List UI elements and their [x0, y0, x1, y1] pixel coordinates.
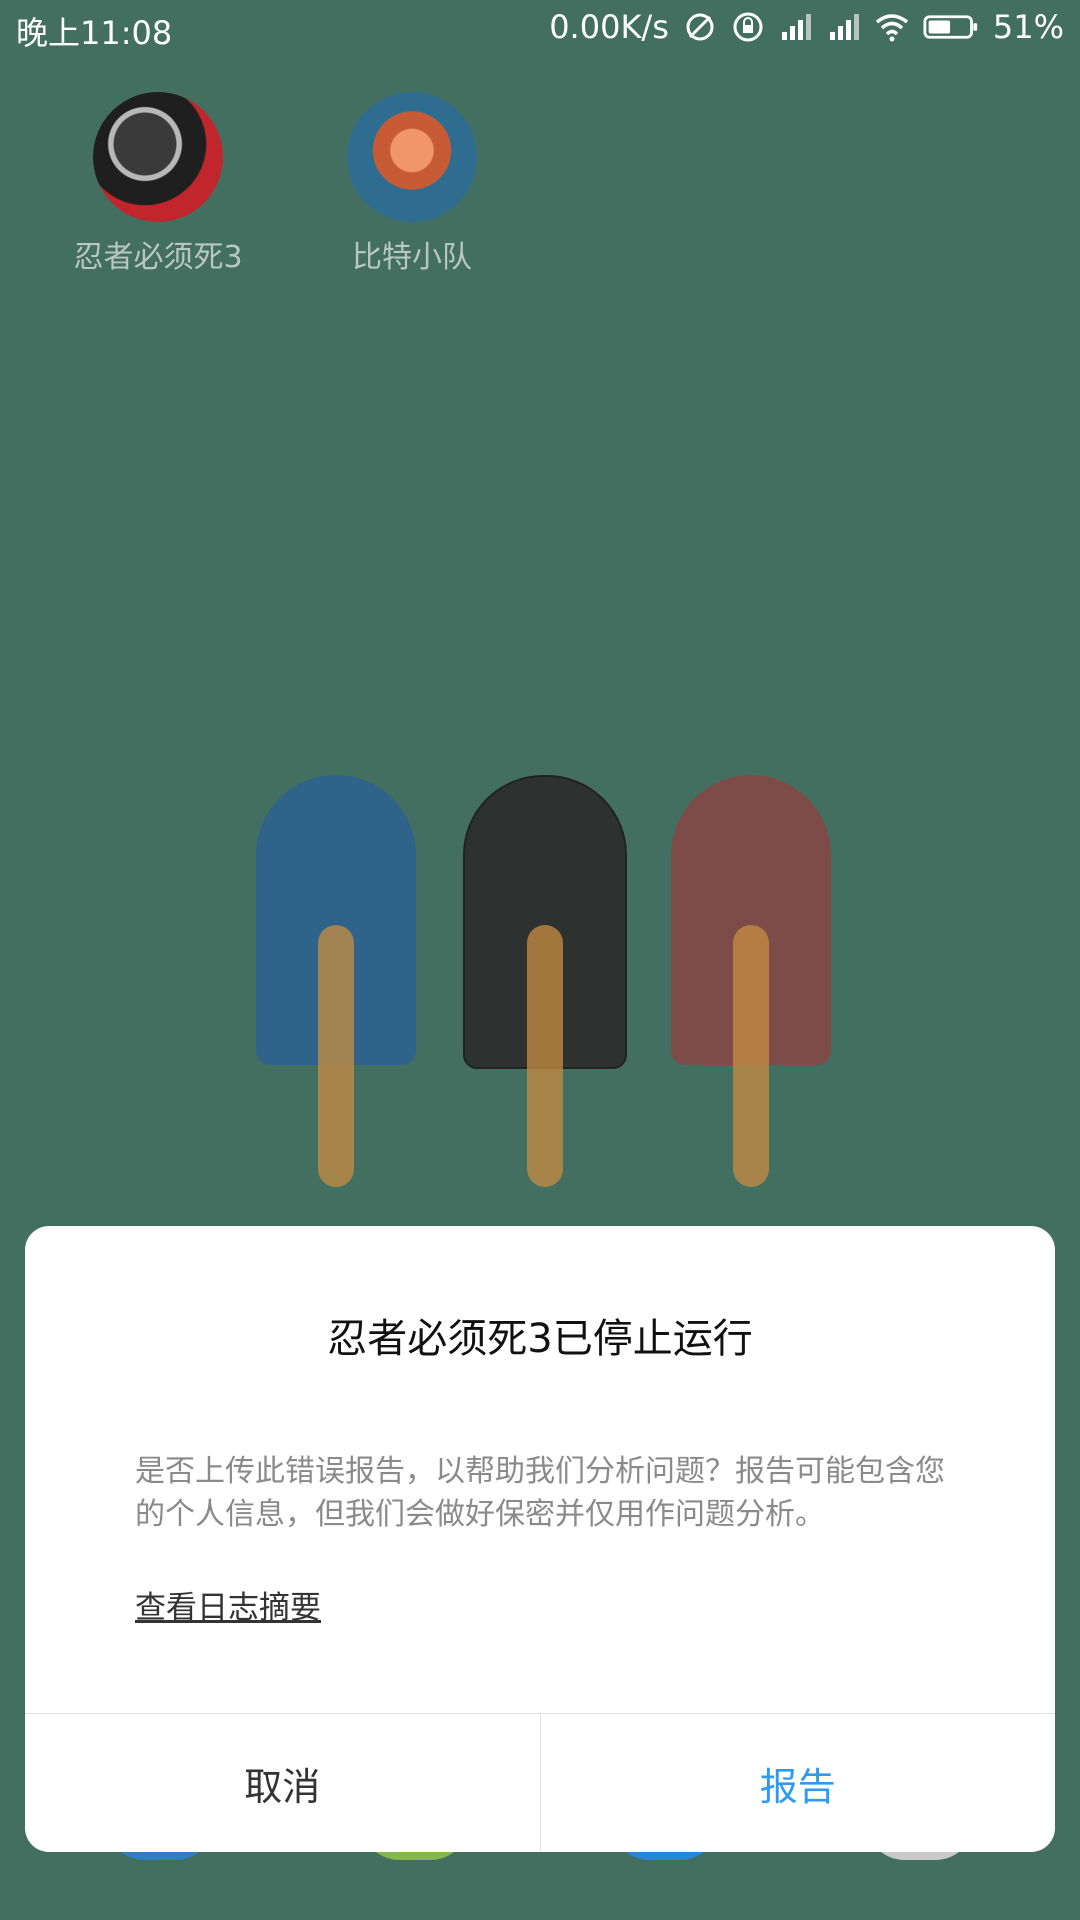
- popsicle-red: [671, 775, 831, 1187]
- dialog-message: 是否上传此错误报告，以帮助我们分析问题？报告可能包含您的个人信息，但我们会做好保…: [135, 1454, 945, 1532]
- rotation-lock-icon: [733, 12, 763, 42]
- signal-icon: [829, 14, 859, 40]
- view-log-summary-link[interactable]: 查看日志摘要: [135, 1582, 321, 1627]
- battery-icon: [923, 15, 978, 39]
- app-bit-squad[interactable]: 比特小队: [312, 92, 512, 276]
- report-button[interactable]: 报告: [541, 1714, 1056, 1852]
- app-label: 忍者必须死3: [73, 240, 243, 275]
- dialog-buttons: 取消 报告: [25, 1713, 1055, 1852]
- cancel-button[interactable]: 取消: [25, 1714, 541, 1852]
- app-ninja[interactable]: 忍者必须死3: [58, 92, 258, 276]
- dialog-title: 忍者必须死3已停止运行: [327, 1316, 753, 1362]
- status-icons: 0.00K/s 51%: [549, 8, 1064, 46]
- popsicle-blue: [256, 775, 416, 1187]
- wifi-icon: [875, 14, 908, 42]
- bit-squad-game-icon: [347, 92, 477, 222]
- battery-percent: 51%: [992, 8, 1064, 46]
- popsicle-stick: [318, 925, 354, 1187]
- signal-icon: [781, 14, 811, 40]
- sync-off-icon: [686, 13, 714, 41]
- ninja-game-icon: [93, 92, 223, 222]
- app-label: 比特小队: [352, 240, 472, 275]
- popsicle-black: [463, 775, 627, 1187]
- popsicle-stick: [733, 925, 769, 1187]
- popsicle-stick: [527, 925, 563, 1187]
- status-bar: 晚上11:08 0.00K/s 51%: [0, 0, 1080, 56]
- status-time: 晚上11:08: [16, 14, 173, 52]
- crash-dialog: 忍者必须死3已停止运行 是否上传此错误报告，以帮助我们分析问题？报告可能包含您的…: [25, 1226, 1055, 1852]
- net-speed: 0.00K/s: [549, 8, 669, 46]
